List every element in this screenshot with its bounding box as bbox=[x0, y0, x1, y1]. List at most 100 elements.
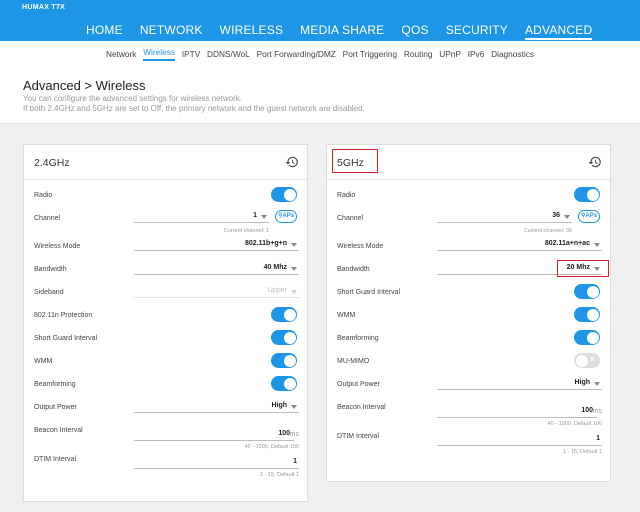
top-bar: HUMAX T7X HOME NETWORK WIRELESS MEDIA SH… bbox=[0, 0, 640, 66]
wireless-mode-label: Wireless Mode bbox=[337, 243, 384, 250]
card-header: 2.4GHz bbox=[24, 145, 307, 180]
wireless-mode-select[interactable]: 802.11b+g+n bbox=[134, 240, 299, 251]
sub-nav-wireless[interactable]: Wireless bbox=[143, 47, 176, 61]
scan-aps-button[interactable]: ⚲APs bbox=[275, 210, 297, 223]
page-description-note: If both 2.4GHz and 5GHz are set to Off, … bbox=[23, 104, 365, 113]
main-nav-wireless[interactable]: WIRELESS bbox=[220, 23, 284, 40]
history-icon[interactable] bbox=[285, 155, 299, 169]
page-description: You can configure the advanced settings … bbox=[23, 94, 242, 103]
main-nav-qos[interactable]: QOS bbox=[401, 23, 428, 40]
short-guard-interval-toggle[interactable] bbox=[574, 284, 600, 299]
output-power-select[interactable]: High bbox=[437, 379, 602, 390]
sub-nav-ipv6[interactable]: IPv6 bbox=[468, 49, 485, 59]
radio-label: Radio bbox=[34, 192, 53, 199]
channel-select[interactable]: 36 bbox=[437, 212, 572, 223]
sideband-value: Upper bbox=[267, 287, 287, 294]
sub-nav-ddns-wol[interactable]: DDNS/WoL bbox=[207, 49, 250, 59]
chevron-down-icon bbox=[594, 382, 600, 386]
sub-nav-port-forwarding[interactable]: Port Forwarding/DMZ bbox=[257, 49, 336, 59]
wireless-mode-value: 802.11a+n+ac bbox=[544, 240, 590, 247]
wmm-label: WMM bbox=[337, 312, 356, 319]
beacon-hint: 40 - 1000, Default 100 bbox=[244, 444, 299, 450]
chevron-down-icon bbox=[291, 267, 297, 271]
main-nav-home[interactable]: HOME bbox=[86, 23, 123, 40]
short-guard-interval-toggle[interactable] bbox=[271, 330, 297, 345]
scan-aps-button[interactable]: ⚲APs bbox=[578, 210, 600, 223]
bandwidth-label: Bandwidth bbox=[34, 266, 67, 273]
output-power-select[interactable]: High bbox=[134, 402, 299, 413]
dtim-interval-value: 1 bbox=[293, 458, 297, 465]
beacon-interval-input[interactable]: 100 bbox=[437, 407, 597, 418]
card-5ghz: 5GHz Radio Channel 36 ⚲APs Current chann… bbox=[326, 144, 611, 482]
aps-label: APs bbox=[585, 213, 598, 219]
brand-logo: HUMAX T7X bbox=[22, 4, 66, 11]
beamforming-toggle[interactable] bbox=[574, 330, 600, 345]
mu-mimo-toggle[interactable]: × bbox=[574, 353, 600, 368]
close-icon: × bbox=[589, 354, 595, 364]
wireless-mode-value: 802.11b+g+n bbox=[244, 240, 287, 247]
main-nav-security[interactable]: SECURITY bbox=[446, 23, 508, 40]
card-header: 5GHz bbox=[327, 145, 610, 180]
card-2-4ghz: 2.4GHz Radio Channel 1 ⚲APs Current chan… bbox=[23, 144, 308, 502]
chevron-down-icon bbox=[291, 405, 297, 409]
sub-nav-network[interactable]: Network bbox=[106, 49, 136, 59]
sideband-select: Upper bbox=[134, 287, 299, 298]
beacon-interval-label: Beacon Interval bbox=[34, 427, 83, 434]
chevron-down-icon bbox=[291, 243, 297, 247]
chevron-down-icon bbox=[594, 243, 600, 247]
protection-label: 802.11n Protection bbox=[34, 312, 93, 319]
chevron-down-icon bbox=[291, 290, 297, 294]
page-title: Advanced > Wireless bbox=[23, 78, 146, 93]
radio-toggle[interactable] bbox=[574, 187, 600, 202]
output-power-value: High bbox=[574, 379, 590, 386]
beamforming-label: Beamforming bbox=[337, 335, 379, 342]
dtim-interval-label: DTIM Interval bbox=[337, 433, 380, 440]
main-nav-media-share[interactable]: MEDIA SHARE bbox=[300, 23, 384, 40]
bandwidth-select[interactable]: 40 Mhz bbox=[134, 264, 299, 275]
beamforming-label: Beamforming bbox=[34, 381, 76, 388]
beamforming-toggle[interactable] bbox=[271, 376, 297, 391]
channel-label: Channel bbox=[34, 215, 61, 222]
channel-label: Channel bbox=[337, 215, 364, 222]
dtim-interval-input[interactable]: 1 bbox=[437, 435, 602, 446]
short-guard-interval-label: Short Guard Interval bbox=[337, 289, 401, 296]
output-power-label: Output Power bbox=[337, 381, 380, 388]
dtim-hint: 1 - 15, Default 1 bbox=[259, 472, 299, 478]
wmm-label: WMM bbox=[34, 358, 53, 365]
beacon-unit: ms bbox=[592, 408, 602, 415]
wmm-toggle[interactable] bbox=[574, 307, 600, 322]
radio-label: Radio bbox=[337, 192, 356, 199]
sub-nav-routing[interactable]: Routing bbox=[404, 49, 433, 59]
sub-nav: Network Wireless IPTV DDNS/WoL Port Forw… bbox=[0, 41, 640, 66]
beacon-interval-input[interactable]: 100 bbox=[134, 430, 294, 441]
sub-nav-diagnostics[interactable]: Diagnostics bbox=[491, 49, 534, 59]
output-power-label: Output Power bbox=[34, 404, 77, 411]
output-power-value: High bbox=[271, 402, 287, 409]
channel-value: 1 bbox=[253, 212, 257, 219]
radio-toggle[interactable] bbox=[271, 187, 297, 202]
sub-nav-upnp[interactable]: UPnP bbox=[439, 49, 461, 59]
beacon-hint: 40 - 1000, Default 100 bbox=[547, 421, 602, 427]
sideband-label: Sideband bbox=[34, 289, 64, 296]
sub-nav-port-triggering[interactable]: Port Triggering bbox=[343, 49, 397, 59]
channel-hint: Current channel: 1 bbox=[223, 228, 269, 234]
page-header: Advanced > Wireless You can configure th… bbox=[0, 66, 640, 124]
dtim-interval-input[interactable]: 1 bbox=[134, 458, 299, 469]
highlight-box bbox=[557, 260, 609, 277]
dtim-hint: 1 - 15, Default 1 bbox=[562, 449, 602, 455]
aps-label: APs bbox=[282, 213, 295, 219]
sub-nav-iptv[interactable]: IPTV bbox=[182, 49, 200, 59]
protection-toggle[interactable] bbox=[271, 307, 297, 322]
wireless-mode-select[interactable]: 802.11a+n+ac bbox=[437, 240, 602, 251]
channel-value: 36 bbox=[552, 212, 560, 219]
dtim-interval-value: 1 bbox=[596, 435, 600, 442]
main-nav-network[interactable]: NETWORK bbox=[140, 23, 203, 40]
beacon-unit: ms bbox=[289, 431, 299, 438]
history-icon[interactable] bbox=[588, 155, 602, 169]
mu-mimo-label: MU-MIMO bbox=[337, 358, 370, 365]
highlight-box bbox=[332, 149, 378, 173]
wmm-toggle[interactable] bbox=[271, 353, 297, 368]
channel-select[interactable]: 1 bbox=[134, 212, 269, 223]
main-nav: HOME NETWORK WIRELESS MEDIA SHARE QOS SE… bbox=[86, 23, 609, 40]
main-nav-advanced[interactable]: ADVANCED bbox=[524, 23, 593, 40]
